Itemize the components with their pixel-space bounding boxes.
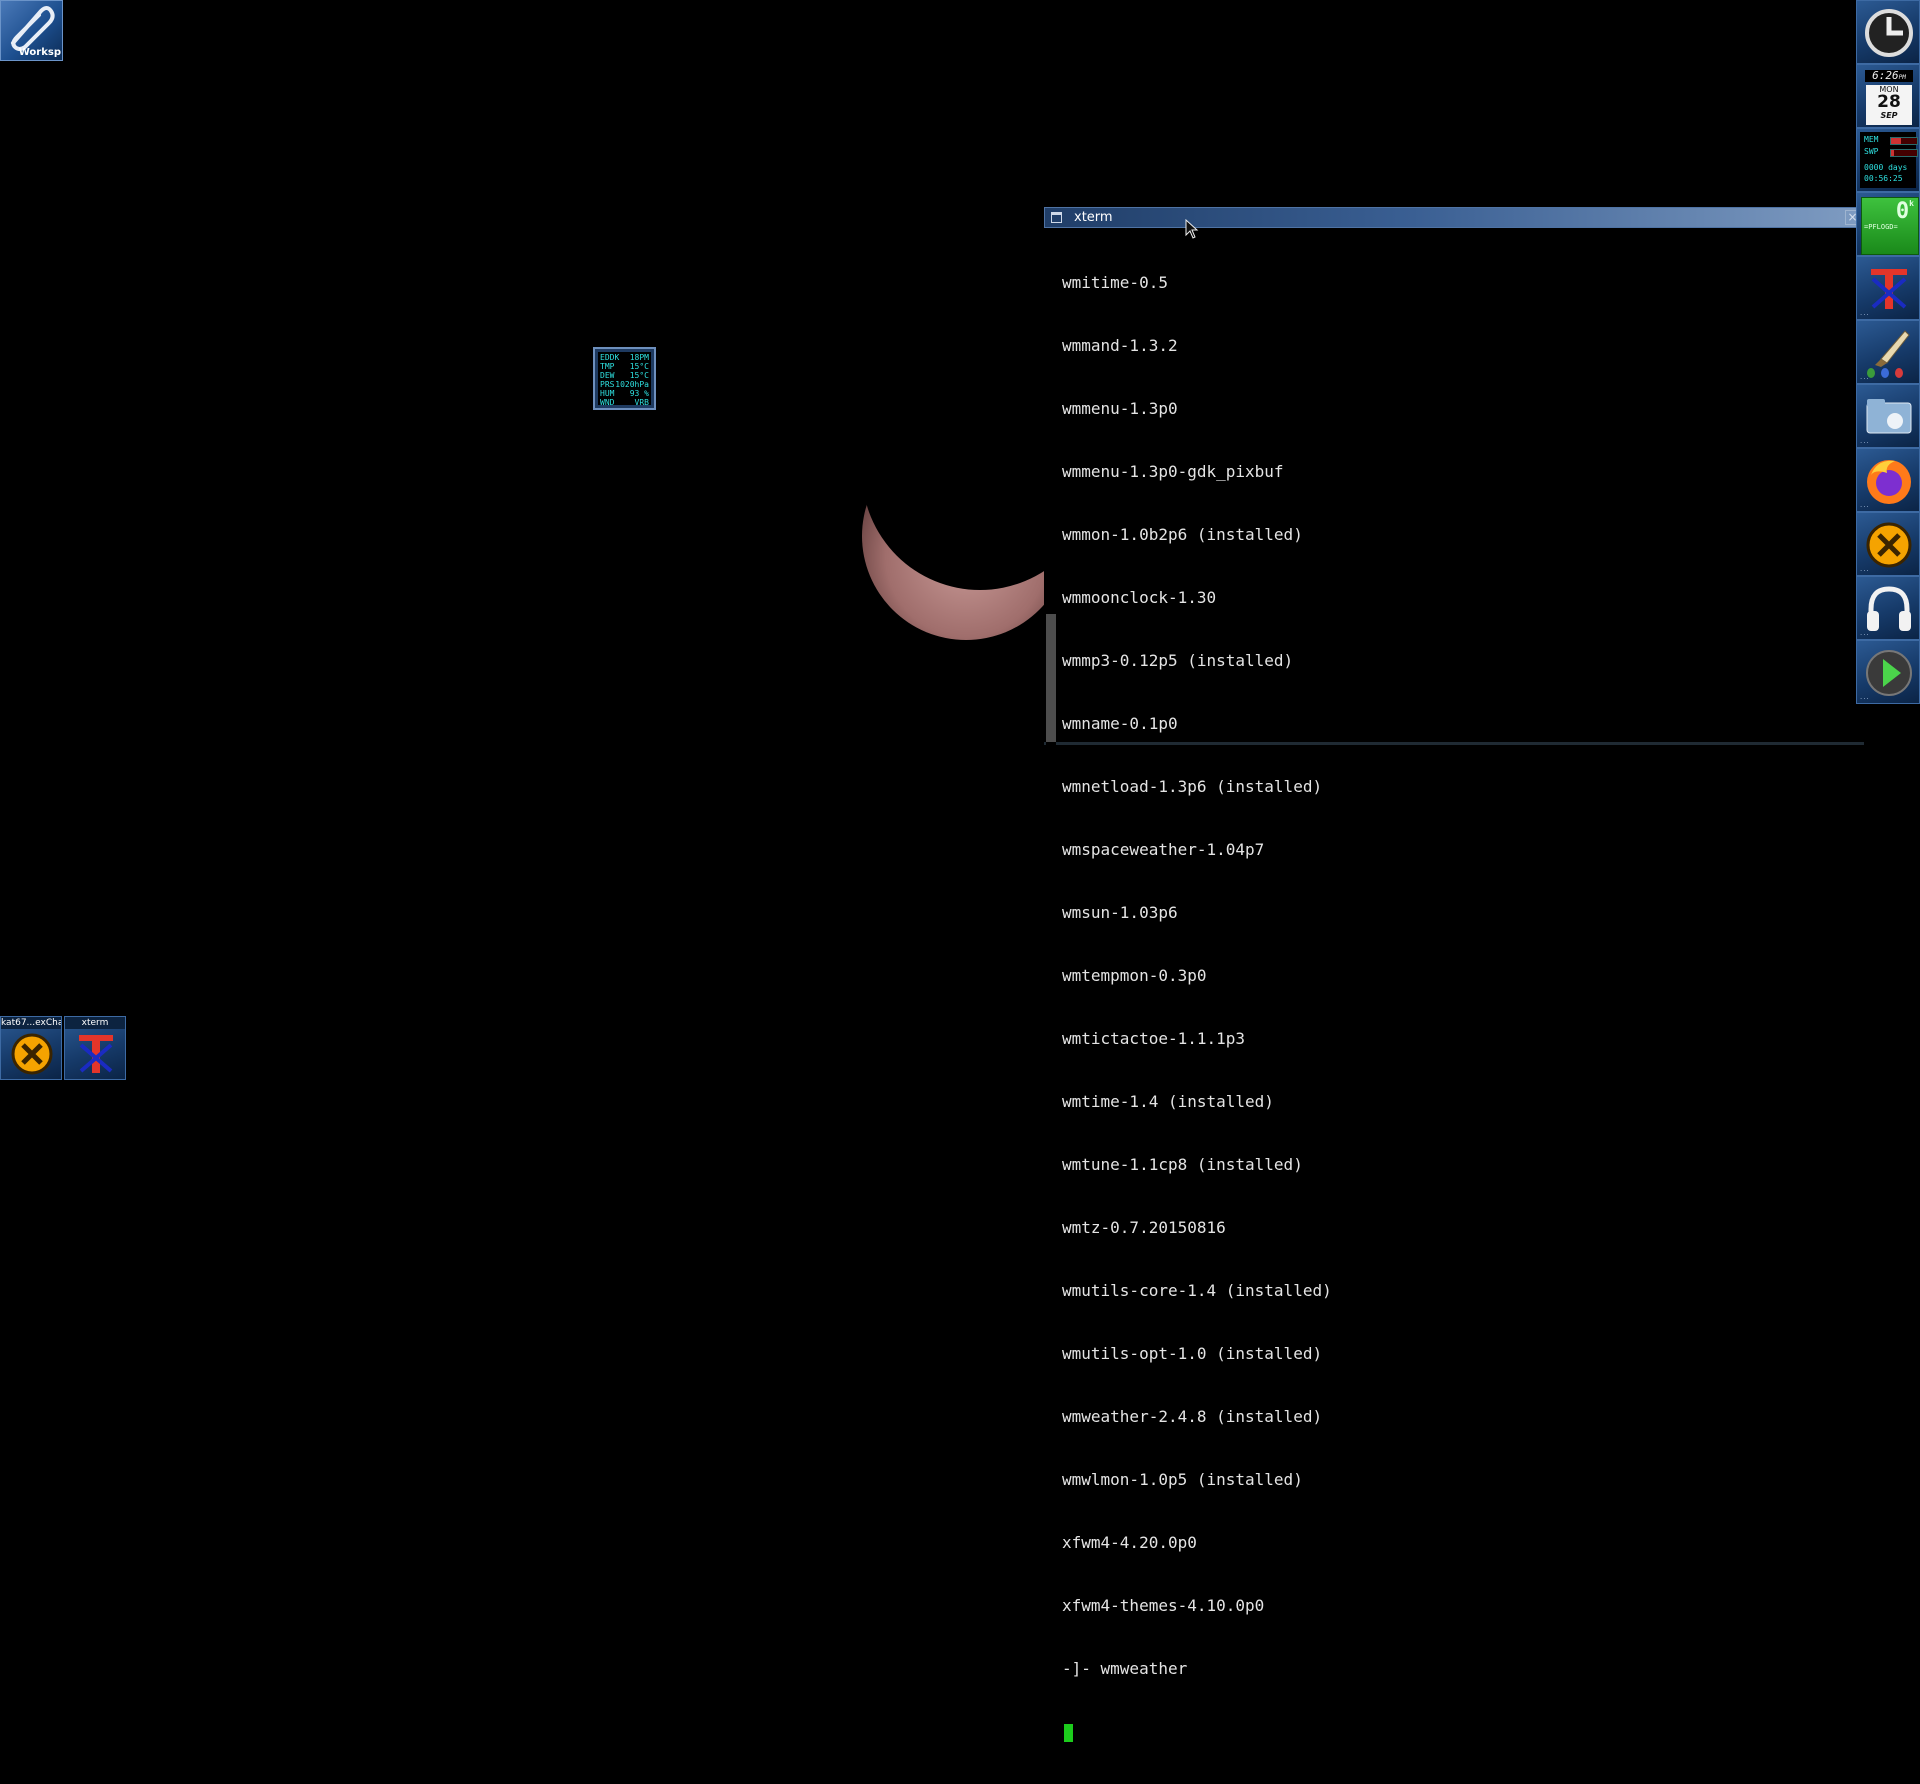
wmweather-dockapp[interactable]: EDDK 18PM TMP 15°C DEW 15°C PRS 1020hPa HUM 9… — [593, 347, 656, 410]
memory-dockapp[interactable]: MEM SWP 0000 days 00:56:25 — [1856, 128, 1920, 192]
run-arrow-icon — [1866, 650, 1912, 696]
dock-run[interactable]: ... — [1856, 640, 1920, 704]
terminal-scrollbar[interactable] — [1046, 228, 1056, 745]
terminal-line: wmwlmon-1.0p5 (installed) — [1062, 1470, 1303, 1489]
terminal-line: wmitime-0.5 — [1062, 273, 1168, 292]
hexchat-icon — [11, 1033, 53, 1075]
swp-bar-fill — [1891, 150, 1894, 156]
terminal-cursor — [1064, 1724, 1073, 1742]
terminal-line: wmtune-1.1cp8 (installed) — [1062, 1155, 1303, 1174]
dock-firefox[interactable]: ... — [1856, 448, 1920, 512]
terminal-line: wmmand-1.3.2 — [1062, 336, 1178, 355]
green-value-unit: k — [1909, 199, 1914, 208]
terminal-line: wmweather-2.4.8 (installed) — [1062, 1407, 1323, 1426]
xterm-icon — [1871, 269, 1907, 309]
terminal-line: wmsun-1.03p6 — [1062, 903, 1178, 922]
terminal-input-line[interactable] — [1062, 1721, 1332, 1742]
weather-station-label: EDDK — [600, 353, 620, 362]
window-title: xterm — [1074, 210, 1113, 225]
weather-dew-value: 15°C — [629, 371, 649, 380]
clock-dockapp[interactable]: 6:26PM MON 28 SEP — [1856, 64, 1920, 128]
clock-calendar: MON 28 SEP — [1866, 85, 1912, 125]
terminal-prompt: -]- wmweather — [1062, 1659, 1188, 1678]
xterm-icon — [79, 1035, 113, 1073]
weather-dew-label: DEW — [600, 371, 615, 380]
weather-station-value: 18PM — [629, 353, 649, 362]
xterm-titlebar[interactable]: xterm × — [1044, 207, 1864, 228]
green-dockapp-screen: 0k =PFLOGD= — [1861, 197, 1919, 255]
swp-bar — [1890, 149, 1918, 157]
terminal-line: wmtime-1.4 (installed) — [1062, 1092, 1274, 1111]
clock-ampm: PM — [1898, 74, 1906, 81]
uptime-time: 00:56:25 — [1864, 174, 1903, 183]
green-value-digit: 0 — [1895, 199, 1910, 224]
workspace-label: Worksp — [18, 47, 61, 58]
green-dockapp-code: =PFLOGD= — [1864, 223, 1898, 231]
weather-humidity-value: 93 % — [629, 389, 649, 398]
dock-xterm[interactable]: ... — [1856, 256, 1920, 320]
terminal-line: wmspaceweather-1.04p7 — [1062, 840, 1265, 859]
dock-paint[interactable]: ... — [1856, 320, 1920, 384]
weather-pressure-label: PRS — [600, 380, 615, 389]
uptime-days: 0000 days — [1864, 163, 1908, 172]
weather-temp-label: TMP — [600, 362, 615, 371]
clock-time: 6:26PM — [1865, 70, 1913, 82]
mem-bar-fill — [1891, 138, 1902, 144]
terminal-line: wmmenu-1.3p0-gdk_pixbuf — [1062, 462, 1284, 481]
minimize-icon[interactable] — [1051, 212, 1062, 223]
workspace-clip[interactable]: Worksp — [0, 0, 63, 61]
paperclip-icon — [11, 6, 55, 51]
clock-month: SEP — [1880, 111, 1898, 120]
xterm-window[interactable]: xterm × wmitime-0.5 wmmand-1.3.2 wmmenu-… — [1044, 207, 1864, 1742]
terminal-line: xfwm4-themes-4.10.0p0 — [1062, 1596, 1265, 1615]
weather-screen: EDDK 18PM TMP 15°C DEW 15°C PRS 1020hPa HUM 9… — [598, 352, 651, 407]
minimized-hexchat[interactable]: kat67...exChat — [0, 1016, 62, 1080]
terminal-output: wmitime-0.5 wmmand-1.3.2 wmmenu-1.3p0 wm… — [1062, 230, 1332, 1784]
weather-temp-value: 15°C — [629, 362, 649, 371]
dock-audio[interactable]: ... — [1856, 576, 1920, 640]
clock-day: 28 — [1877, 92, 1901, 112]
paintbrush-icon — [1867, 330, 1910, 378]
dock-main-tile[interactable] — [1856, 0, 1920, 64]
terminal-line: wmtempmon-0.3p0 — [1062, 966, 1207, 985]
dock-filemanager[interactable]: ... — [1856, 384, 1920, 448]
terminal-body[interactable]: wmitime-0.5 wmmand-1.3.2 wmmenu-1.3p0 wm… — [1044, 228, 1864, 1742]
terminal-line: wmmp3-0.12p5 (installed) — [1062, 651, 1294, 670]
weather-wind-value: VRB — [634, 398, 649, 407]
terminal-line: xfwm4-4.20.0p0 — [1062, 1533, 1197, 1552]
file-manager-icon — [1866, 399, 1912, 434]
green-dockapp[interactable]: 0k =PFLOGD= — [1856, 192, 1920, 256]
firefox-icon — [1867, 460, 1911, 504]
weather-wind-label: WND — [600, 398, 615, 407]
dock-hexchat[interactable]: ... — [1856, 512, 1920, 576]
minimized-caption: xterm — [65, 1017, 125, 1029]
mem-bar — [1890, 137, 1918, 145]
headphones-icon — [1867, 586, 1911, 631]
swp-label: SWP — [1864, 147, 1879, 156]
terminal-line: wmnetload-1.3p6 (installed) — [1062, 777, 1323, 796]
mouse-pointer-icon — [1185, 219, 1199, 239]
memory-screen: MEM SWP 0000 days 00:56:25 — [1860, 132, 1918, 188]
minimized-caption: kat67...exChat — [1, 1017, 61, 1029]
terminal-line: wmtictactoe-1.1.1p3 — [1062, 1029, 1246, 1048]
terminal-line: wmmoonclock-1.30 — [1062, 588, 1217, 607]
terminal-line: wmutils-core-1.4 (installed) — [1062, 1281, 1332, 1300]
terminal-line: wmtz-0.7.20150816 — [1062, 1218, 1226, 1237]
clock-time-value: 6:26 — [1872, 69, 1899, 82]
minimized-xterm[interactable]: xterm — [64, 1016, 126, 1080]
dock-app-icon — [1865, 9, 1913, 57]
scrollbar-thumb[interactable] — [1046, 614, 1056, 742]
dock: 6:26PM MON 28 SEP MEM SWP 0000 days 00:5… — [1856, 0, 1920, 704]
terminal-line: wmutils-opt-1.0 (installed) — [1062, 1344, 1323, 1363]
green-dockapp-value: 0k — [1896, 199, 1914, 224]
terminal-line: wmmenu-1.3p0 — [1062, 399, 1178, 418]
hexchat-icon — [1866, 522, 1912, 568]
mem-label: MEM — [1864, 135, 1879, 144]
terminal-line: wmmon-1.0b2p6 (installed) — [1062, 525, 1303, 544]
weather-pressure-value: 1020hPa — [615, 380, 649, 389]
weather-humidity-label: HUM — [600, 389, 615, 398]
terminal-line: wmname-0.1p0 — [1062, 714, 1178, 733]
